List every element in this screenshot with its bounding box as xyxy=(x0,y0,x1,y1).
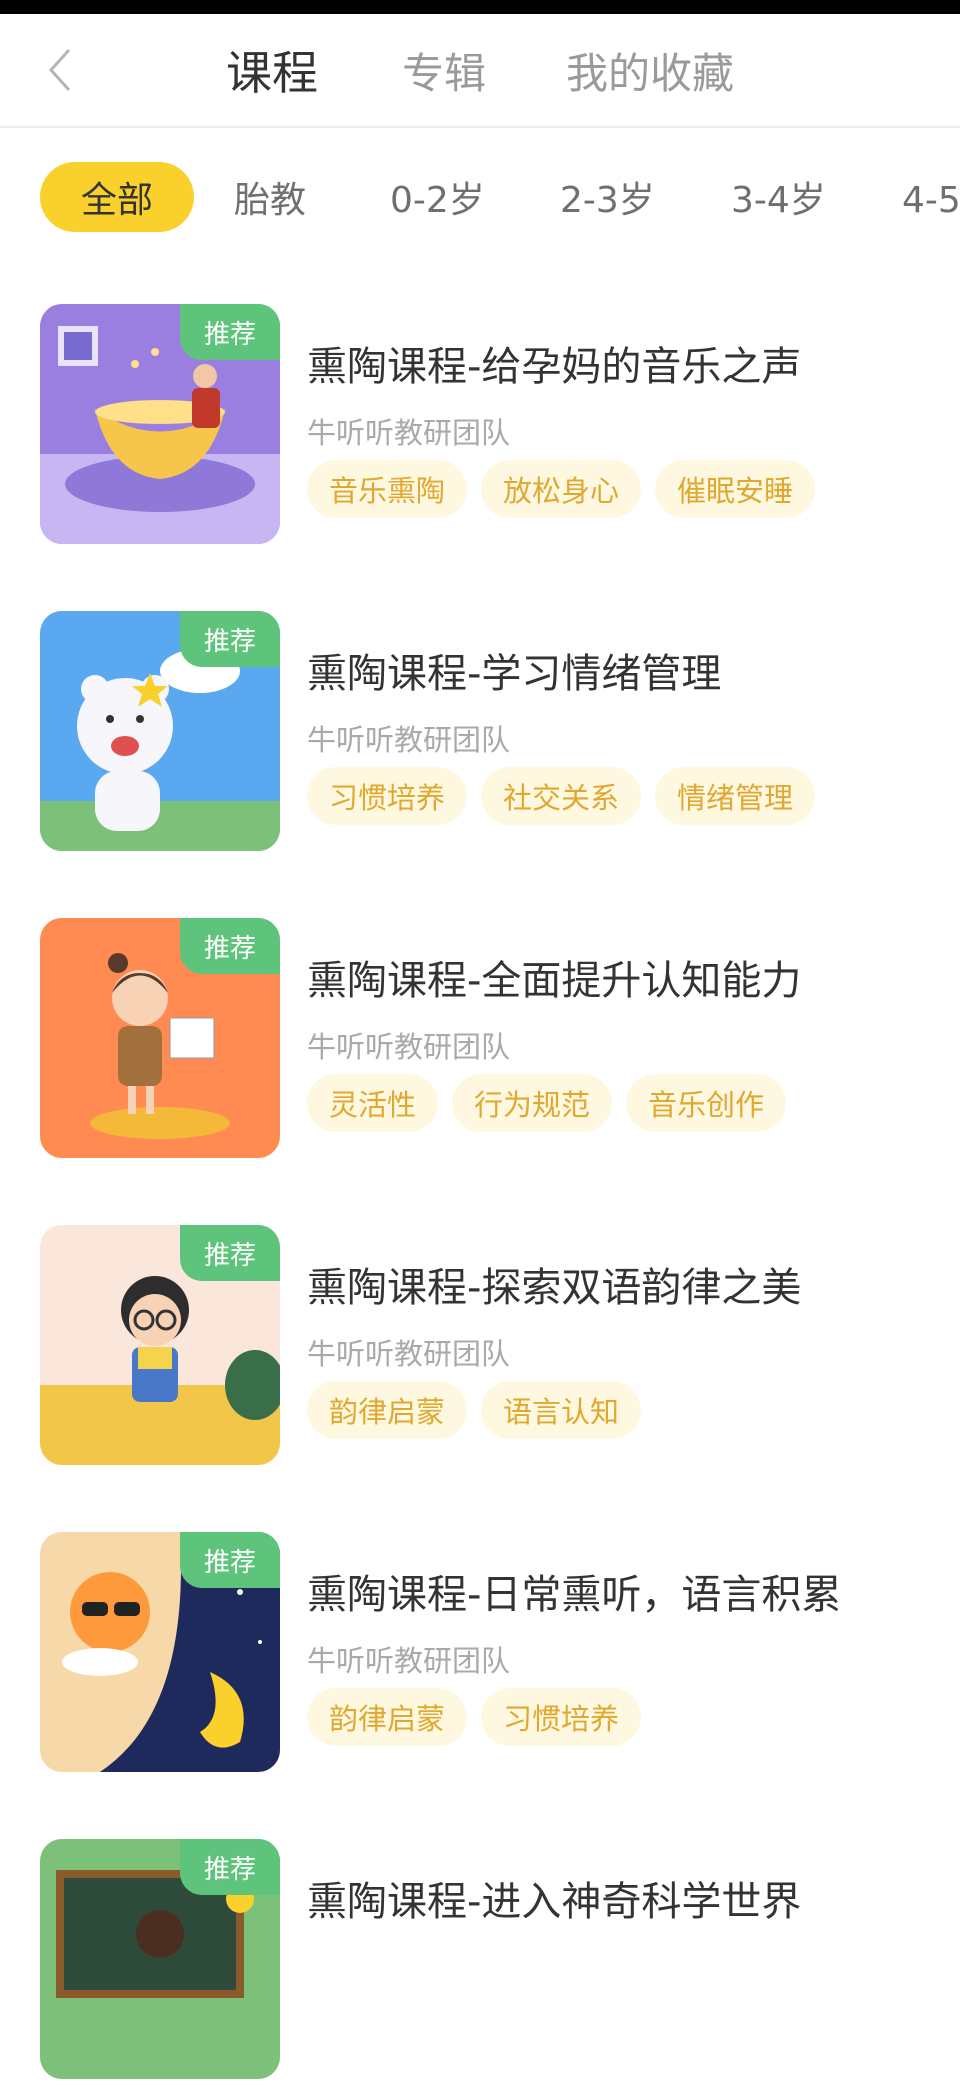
top-nav-bar: 课程 专辑 我的收藏 xyxy=(0,14,960,128)
course-thumbnail: 推荐 xyxy=(40,1225,280,1465)
tab-courses[interactable]: 课程 xyxy=(226,14,318,126)
course-tag: 行为规范 xyxy=(452,1074,613,1132)
course-tag: 音乐创作 xyxy=(626,1074,787,1132)
course-title: 熏陶课程-学习情绪管理 xyxy=(307,651,722,697)
course-thumbnail: 推荐 xyxy=(40,1839,280,2079)
course-title: 熏陶课程-给孕妈的音乐之声 xyxy=(307,344,802,390)
course-thumbnail: 推荐 xyxy=(40,611,280,851)
course-title: 熏陶课程-全面提升认知能力 xyxy=(307,958,802,1004)
course-title: 熏陶课程-日常熏听，语言积累 xyxy=(307,1572,842,1618)
course-author: 牛听听教研团队 xyxy=(307,1337,511,1371)
course-item[interactable]: 推荐 熏陶课程-全面提升认知能力 牛听听教研团队 灵活性 行为规范 音乐创作 xyxy=(0,914,960,1164)
recommended-badge: 推荐 xyxy=(180,918,280,974)
course-tags: 灵活性 行为规范 音乐创作 xyxy=(307,1074,800,1132)
course-item[interactable]: 推荐 熏陶课程-探索双语韵律之美 牛听听教研团队 韵律启蒙 语言认知 xyxy=(0,1221,960,1471)
course-title: 熏陶课程-进入神奇科学世界 xyxy=(307,1879,802,1925)
course-thumbnail: 推荐 xyxy=(40,918,280,1158)
course-thumbnail: 推荐 xyxy=(40,1532,280,1772)
course-tag: 习惯培养 xyxy=(307,767,468,825)
course-item[interactable]: 推荐 熏陶课程-给孕妈的音乐之声 牛听听教研团队 音乐熏陶 放松身心 催眠安睡 xyxy=(0,300,960,550)
filter-chip-3-4[interactable]: 3-4岁 xyxy=(731,162,826,232)
course-tag: 情绪管理 xyxy=(655,767,816,825)
course-tag: 韵律启蒙 xyxy=(307,1688,468,1746)
status-bar xyxy=(0,0,960,14)
course-tag: 灵活性 xyxy=(307,1074,439,1132)
tab-favorites[interactable]: 我的收藏 xyxy=(566,14,734,126)
course-item[interactable]: 推荐 熏陶课程-日常熏听，语言积累 牛听听教研团队 韵律启蒙 习惯培养 xyxy=(0,1528,960,1778)
course-title: 熏陶课程-探索双语韵律之美 xyxy=(307,1265,802,1311)
course-tags: 韵律启蒙 语言认知 xyxy=(307,1381,655,1439)
recommended-badge: 推荐 xyxy=(180,1532,280,1588)
recommended-badge: 推荐 xyxy=(180,1839,280,1895)
course-tags: 韵律启蒙 习惯培养 xyxy=(307,1688,655,1746)
course-tag: 社交关系 xyxy=(481,767,642,825)
age-filter-bar: 全部 胎教 0-2岁 2-3岁 3-4岁 4-5岁 xyxy=(0,128,960,268)
course-author: 牛听听教研团队 xyxy=(307,416,511,450)
recommended-badge: 推荐 xyxy=(180,1225,280,1281)
course-tag: 韵律启蒙 xyxy=(307,1381,468,1439)
course-author: 牛听听教研团队 xyxy=(307,1644,511,1678)
back-button[interactable] xyxy=(30,38,90,102)
recommended-badge: 推荐 xyxy=(180,611,280,667)
filter-chip-all[interactable]: 全部 xyxy=(40,162,194,232)
course-item[interactable]: 推荐 熏陶课程-进入神奇科学世界 xyxy=(0,1835,960,2085)
course-item[interactable]: 推荐 熏陶课程-学习情绪管理 牛听听教研团队 习惯培养 社交关系 情绪管理 xyxy=(0,607,960,857)
course-thumbnail: 推荐 xyxy=(40,304,280,544)
course-author: 牛听听教研团队 xyxy=(307,723,511,757)
course-tag: 音乐熏陶 xyxy=(307,460,468,518)
course-tag: 放松身心 xyxy=(481,460,642,518)
filter-chip-2-3[interactable]: 2-3岁 xyxy=(560,162,655,232)
course-tags: 音乐熏陶 放松身心 催眠安睡 xyxy=(307,460,829,518)
course-author: 牛听听教研团队 xyxy=(307,1030,511,1064)
recommended-badge: 推荐 xyxy=(180,304,280,360)
course-tag: 习惯培养 xyxy=(481,1688,642,1746)
filter-chip-prenatal[interactable]: 胎教 xyxy=(234,162,306,232)
filter-chip-4-5[interactable]: 4-5岁 xyxy=(902,162,960,232)
course-tag: 语言认知 xyxy=(481,1381,642,1439)
course-tags: 习惯培养 社交关系 情绪管理 xyxy=(307,767,829,825)
filter-chip-0-2[interactable]: 0-2岁 xyxy=(390,162,485,232)
tab-albums[interactable]: 专辑 xyxy=(402,14,486,126)
chevron-left-icon xyxy=(48,48,71,92)
course-tag: 催眠安睡 xyxy=(655,460,816,518)
